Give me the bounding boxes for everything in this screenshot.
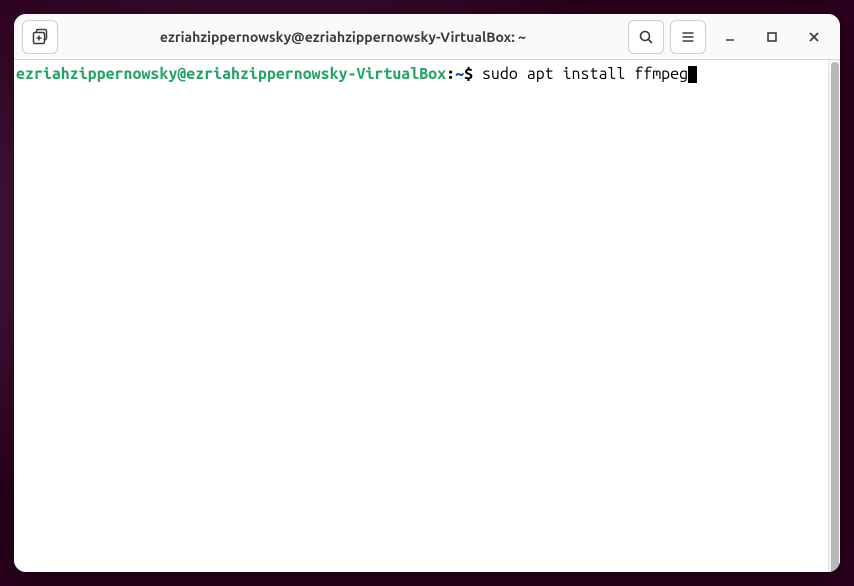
terminal-area: ezriahzippernowsky@ezriahzippernowsky-Vi…	[14, 60, 840, 572]
menu-button[interactable]	[670, 20, 706, 54]
new-tab-button[interactable]	[22, 20, 58, 54]
terminal-content[interactable]: ezriahzippernowsky@ezriahzippernowsky-Vi…	[14, 60, 828, 572]
command-text: sudo apt install ffmpeg	[473, 65, 688, 83]
close-button[interactable]	[796, 20, 832, 54]
maximize-button[interactable]	[754, 20, 790, 54]
search-icon	[638, 29, 654, 45]
terminal-cursor	[688, 66, 697, 83]
minimize-button[interactable]	[712, 20, 748, 54]
maximize-icon	[765, 30, 779, 44]
window-title: ezriahzippernowsky@ezriahzippernowsky-Vi…	[64, 29, 622, 45]
prompt-path: ~	[455, 65, 464, 83]
scrollbar-thumb[interactable]	[831, 62, 839, 572]
search-button[interactable]	[628, 20, 664, 54]
scrollbar[interactable]	[828, 60, 840, 572]
prompt-user-host: ezriahzippernowsky@ezriahzippernowsky-Vi…	[16, 65, 446, 83]
close-icon	[807, 30, 821, 44]
titlebar: ezriahzippernowsky@ezriahzippernowsky-Vi…	[14, 14, 840, 60]
hamburger-icon	[680, 29, 696, 45]
minimize-icon	[723, 30, 737, 44]
terminal-window: ezriahzippernowsky@ezriahzippernowsky-Vi…	[14, 14, 840, 572]
prompt-colon: :	[446, 65, 455, 83]
new-tab-icon	[31, 28, 49, 46]
prompt-dollar: $	[464, 65, 473, 83]
